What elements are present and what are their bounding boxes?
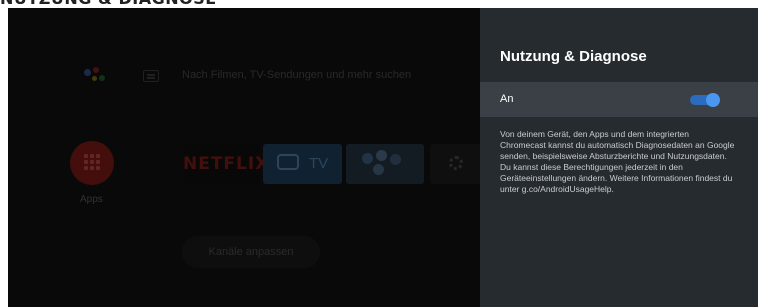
cropped-heading-text: NUTZUNG & DIAGNOSE xyxy=(0,0,217,8)
tv-screen: Nach Filmen, TV-Sendungen und mehr suche… xyxy=(8,8,758,307)
toggle-thumb xyxy=(706,93,720,107)
settings-panel: Nutzung & Diagnose An Von deinem Gerät, … xyxy=(480,8,758,307)
dim-overlay xyxy=(8,8,480,307)
cropped-page-heading: NUTZUNG & DIAGNOSE xyxy=(0,0,758,8)
toggle-label: An xyxy=(500,93,514,105)
home-screen: Nach Filmen, TV-Sendungen und mehr suche… xyxy=(8,8,480,307)
panel-title: Nutzung & Diagnose xyxy=(500,48,647,65)
usage-toggle[interactable] xyxy=(690,93,720,107)
panel-description: Von deinem Gerät, den Apps und dem integ… xyxy=(500,129,735,194)
toggle-row[interactable]: An xyxy=(480,82,758,117)
screen: NUTZUNG & DIAGNOSE Nach Filmen, TV-Sendu… xyxy=(0,0,758,307)
